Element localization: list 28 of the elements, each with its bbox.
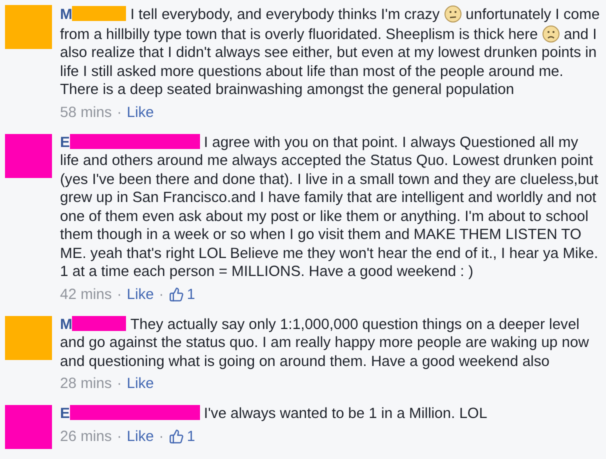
avatar[interactable] [5, 134, 52, 178]
avatar[interactable] [5, 316, 52, 360]
like-count[interactable]: 1 [186, 428, 196, 446]
like-link[interactable]: Like [126, 375, 154, 393]
sad-face-icon [542, 24, 560, 42]
separator-dot: · [158, 286, 164, 304]
timestamp[interactable]: 28 mins [60, 375, 112, 393]
avatar[interactable] [5, 405, 52, 449]
separator-dot: · [116, 375, 122, 393]
thumbs-up-icon [168, 429, 184, 444]
avatar[interactable] [5, 5, 52, 49]
timestamp[interactable]: 26 mins [60, 428, 112, 446]
comment-text: M I tell everybody, and everybody thinks I'm crazy unfortunately I come from a hillbilly type town that is overly fluoridated. Sheeplism is thick here and I also realize that I didn't always see either, but even at my lowest drunken points in life I still asked more questions about life than most of the people around me. There is a deep seated brainwashing amongst the general population [60, 5, 600, 100]
comment-text: E I agree with you on that point. I always Questioned all my life and others around me always accepted the Status Quo. Lowest drunken point (yes I've been there and done that). I live in a small town and they are clueless,but grew up in San Francisco.and I have family that are intelligent and worldly and not one of them even ask about my post or like them or anything. I'm about to school them though in a week or so when I go visit them and MAKE THEM LISTEN TO ME. yeah that's right LOL Believe me they won't hear the end of it., I hear ya Mike. 1 at a time each person = MILLIONS. Have a good weekend : ) [60, 134, 600, 282]
timestamp[interactable]: 42 mins [60, 286, 112, 304]
separator-dot: · [116, 428, 122, 446]
timestamp[interactable]: 58 mins [60, 104, 112, 122]
comment-text: E I've always wanted to be 1 in a Million. LOL [60, 405, 488, 424]
separator-dot: · [116, 286, 122, 304]
like-link[interactable]: Like [126, 104, 154, 122]
separator-dot: · [158, 428, 164, 446]
comment-text: M They actually say only 1:1,000,000 question things on a deeper level and go against the status quo. I am really happy more people are waking up now and questioning what is going on around them. Have a good weekend also [60, 316, 590, 371]
like-count[interactable]: 1 [186, 286, 196, 304]
like-link[interactable]: Like [126, 428, 154, 446]
like-link[interactable]: Like [126, 286, 154, 304]
thumbs-up-icon [168, 287, 184, 302]
neutral-face-icon [444, 5, 462, 23]
separator-dot: · [116, 104, 122, 122]
